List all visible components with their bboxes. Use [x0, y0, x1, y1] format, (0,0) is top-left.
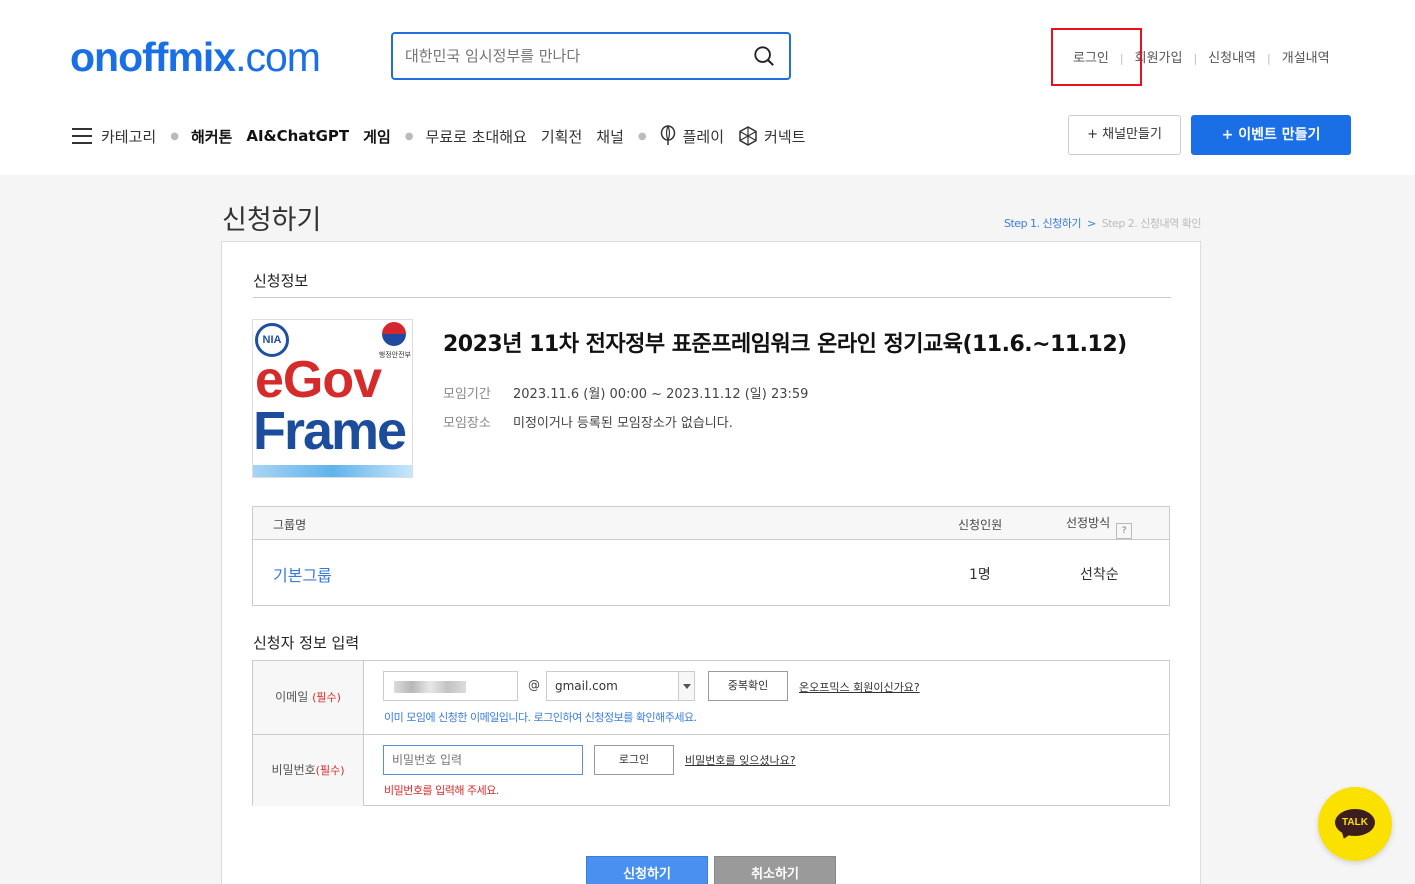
logo-tld: .com [235, 34, 321, 80]
balloon-icon [660, 125, 675, 145]
event-place: 모임장소 미정이거나 등록된 모임장소가 없습니다. [443, 412, 733, 431]
thumbnail-strip [253, 465, 412, 477]
col-group-name: 그룹명 [273, 518, 307, 532]
required-mark: (필수) [312, 691, 341, 704]
place-label: 모임장소 [443, 416, 491, 431]
separator: | [1193, 52, 1198, 65]
member-check-link[interactable]: 온오프믹스 회원이신가요? [799, 679, 920, 695]
required-mark: (필수) [315, 764, 345, 777]
divider [253, 734, 1169, 735]
login-highlight-box [1051, 28, 1142, 86]
ministry-label: 행정안전부 [378, 351, 411, 359]
search-icon[interactable] [753, 45, 775, 67]
nav-bullet: ● [637, 130, 647, 142]
password-label-text: 비밀번호 [271, 763, 316, 777]
event-period: 모임기간 2023.11.6 (월) 00:00 ~ 2023.11.12 (일)… [443, 383, 808, 402]
site-header: onoffmix.com 로그인|회원가입|신청내역|개설내역 카테고리 ● 해… [0, 0, 1415, 175]
duplicate-check-button[interactable]: 중복확인 [708, 671, 788, 701]
step-arrow: > [1087, 217, 1096, 230]
period-label: 모임기간 [443, 387, 491, 402]
main-nav: 카테고리 ● 해커톤 AI&ChatGPT 게임 ● 무료로 초대해요 기획전 … [72, 125, 819, 147]
password-label: 비밀번호(필수) [253, 735, 364, 806]
period-value: 2023.11.6 (월) 00:00 ~ 2023.11.12 (일) 23:… [513, 387, 809, 402]
col-count: 신청인원 [958, 518, 1003, 532]
nav-free-invite[interactable]: 무료로 초대해요 [425, 126, 526, 147]
group-table: 그룹명 신청인원 선정방식? 기본그룹 1명 선착순 [252, 506, 1170, 606]
chat-bubble-icon: TALK [1335, 809, 1375, 836]
separator: | [1267, 52, 1271, 65]
nav-game[interactable]: 게임 [363, 126, 391, 147]
opened-events-link[interactable]: 개설내역 [1282, 47, 1330, 66]
password-hint: 비밀번호를 입력해 주세요. [384, 784, 499, 797]
blurred-email [394, 681, 466, 693]
logo-main: onoffmix [70, 34, 236, 80]
search-input[interactable] [405, 44, 735, 68]
divider [253, 297, 1171, 298]
group-name: 기본그룹 [273, 566, 332, 585]
email-label: 이메일 (필수) [253, 661, 364, 734]
login-button[interactable]: 로그인 [594, 745, 674, 775]
at-sign: @ [528, 678, 540, 692]
search-box [391, 32, 791, 80]
frame-logo-text: Frame [253, 401, 407, 461]
col-method-label: 선정방식 [1066, 516, 1111, 530]
site-logo[interactable]: onoffmix.com [70, 34, 321, 81]
hamburger-icon[interactable] [72, 128, 92, 144]
applications-link[interactable]: 신청내역 [1208, 47, 1256, 66]
forgot-password-link[interactable]: 비밀번호를 잊으셨나요? [685, 752, 796, 768]
kakao-talk-button[interactable]: TALK [1318, 787, 1392, 861]
applicant-form: 이메일 (필수) 비밀번호(필수) @ gmail.com 중복확인 온오프믹스… [252, 660, 1170, 806]
step-indicator: Step 1. 신청하기 > Step 2. 신청내역 확인 [1004, 215, 1201, 231]
application-card: 신청정보 NIA 행정안전부 eGov Frame 2023년 11차 전자정부… [221, 241, 1201, 884]
government-emblem-icon [382, 322, 406, 346]
col-method: 선정방식? [1066, 514, 1133, 539]
nav-bullet: ● [170, 130, 179, 142]
place-value: 미정이거나 등록된 모임장소가 없습니다. [513, 416, 733, 431]
nav-bullet: ● [404, 130, 414, 142]
cube-icon [739, 126, 757, 146]
nav-channel[interactable]: 채널 [596, 126, 624, 147]
event-thumbnail: NIA 행정안전부 eGov Frame [252, 319, 413, 478]
cancel-button[interactable]: 취소하기 [714, 856, 836, 884]
step-1: Step 1. 신청하기 [1004, 217, 1082, 230]
group-count: 1명 [969, 567, 991, 583]
email-label-text: 이메일 [275, 690, 309, 704]
section-title-applicant: 신청자 정보 입력 [253, 634, 360, 652]
page-title: 신청하기 [222, 205, 322, 236]
password-input[interactable] [383, 745, 583, 775]
email-hint: 이미 모임에 신청한 이메일입니다. 로그인하여 신청정보를 확인해주세요. [384, 711, 697, 724]
nav-hackathon[interactable]: 해커톤 [191, 126, 232, 147]
step-2: Step 2. 신청내역 확인 [1101, 217, 1202, 230]
group-table-header: 그룹명 신청인원 선정방식? [253, 507, 1169, 540]
apply-button[interactable]: 신청하기 [586, 856, 708, 884]
email-domain-select[interactable]: gmail.com [546, 671, 695, 701]
help-icon[interactable]: ? [1116, 523, 1133, 539]
event-title: 2023년 11차 전자정부 표준프레임워크 온라인 정기교육(11.6.~11… [443, 332, 1127, 357]
nav-play[interactable]: 플레이 [683, 126, 724, 147]
create-channel-button[interactable]: + 채널만들기 [1068, 115, 1181, 155]
nav-ai-chatgpt[interactable]: AI&ChatGPT [246, 127, 349, 145]
nav-category[interactable]: 카테고리 [101, 126, 156, 147]
create-event-button[interactable]: + 이벤트 만들기 [1191, 115, 1351, 155]
group-method: 선착순 [1080, 567, 1119, 583]
section-title-info: 신청정보 [253, 272, 309, 290]
chevron-down-icon [678, 672, 694, 700]
email-domain-value: gmail.com [555, 679, 618, 693]
nav-connect[interactable]: 커넥트 [764, 126, 805, 147]
nav-exhibition[interactable]: 기획전 [541, 126, 582, 147]
email-id-input[interactable] [383, 671, 518, 701]
